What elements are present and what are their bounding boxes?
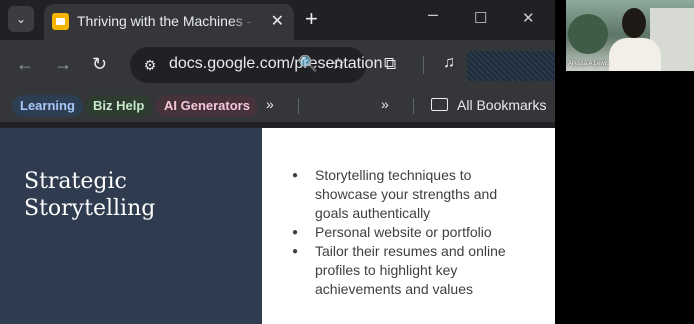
participant-head [622,8,646,38]
extensions-icon[interactable]: ⧉ [384,54,396,74]
participant-name: Allyssa A Lewis [568,61,610,67]
site-info-icon[interactable]: ⚙ [138,53,162,77]
tab-active[interactable]: Thriving with the Machines - Google Slid… [44,4,294,40]
close-window-icon[interactable]: ✕ [522,9,535,27]
browser-window: ⌄ Thriving with the Machines - Google Sl… [0,0,555,324]
maximize-icon[interactable]: ☐ [474,9,487,27]
bookmark-learning[interactable]: Learning [12,95,83,117]
slide-title-panel: Strategic Storytelling [0,128,262,324]
slide-body-panel: Storytelling techniques to showcase your… [262,128,555,324]
participant-video-tile[interactable]: Allyssa A Lewis [566,0,694,71]
media-control-icon[interactable]: ♫ [443,54,455,72]
bookmarks-divider [413,98,414,114]
star-icon[interactable]: ☆ [331,54,345,74]
bullet-item: Personal website or portfolio [292,223,527,242]
slide: Strategic Storytelling Storytelling tech… [0,128,555,324]
bullet-item: Storytelling techniques to showcase your… [292,166,527,223]
back-icon[interactable]: ← [16,54,34,75]
more-bookmarks-icon[interactable]: » [266,96,274,112]
reload-icon[interactable]: ↻ [92,54,107,75]
bookmarks-divider [298,98,299,114]
forward-icon[interactable]: → [54,54,72,75]
bullet-item: Tailor their resumes and online profiles… [292,242,527,299]
tab-strip: ⌄ Thriving with the Machines - Google Sl… [0,0,555,40]
bookmark-ai-generators[interactable]: AI Generators [156,95,258,117]
profile-area[interactable] [467,51,555,81]
video-plant [568,14,608,54]
tab-title: Thriving with the Machines - Google Slid… [77,13,257,29]
url-text[interactable]: docs.google.com/presentation [169,55,382,73]
folder-icon [431,98,448,111]
chevron-down-icon: ⌄ [15,12,27,26]
all-bookmarks-link[interactable]: All Bookmarks [457,97,546,113]
bullet-list: Storytelling techniques to showcase your… [292,166,527,299]
zoom-icon[interactable]: 🔍 [298,54,318,74]
omnibox[interactable]: ⚙ docs.google.com/presentation 🔍 ☆ [130,47,382,83]
overflow-bookmarks-icon[interactable]: » [381,96,389,112]
tab-search-button[interactable]: ⌄ [8,6,34,32]
participant-body [609,38,661,71]
slide-title: Strategic Storytelling [24,169,156,221]
slides-favicon-icon [52,13,69,30]
new-tab-button[interactable]: + [305,6,318,32]
bookmark-biz-help[interactable]: Biz Help [85,95,153,117]
toolbar-divider [423,56,424,74]
bookmarks-bar: Learning Biz Help AI Generators » » All … [0,90,555,122]
toolbar: ← → ↻ ⚙ docs.google.com/presentation 🔍 ☆… [0,40,555,90]
minimize-icon[interactable]: – [428,4,438,25]
close-tab-icon[interactable]: ✕ [271,11,284,31]
